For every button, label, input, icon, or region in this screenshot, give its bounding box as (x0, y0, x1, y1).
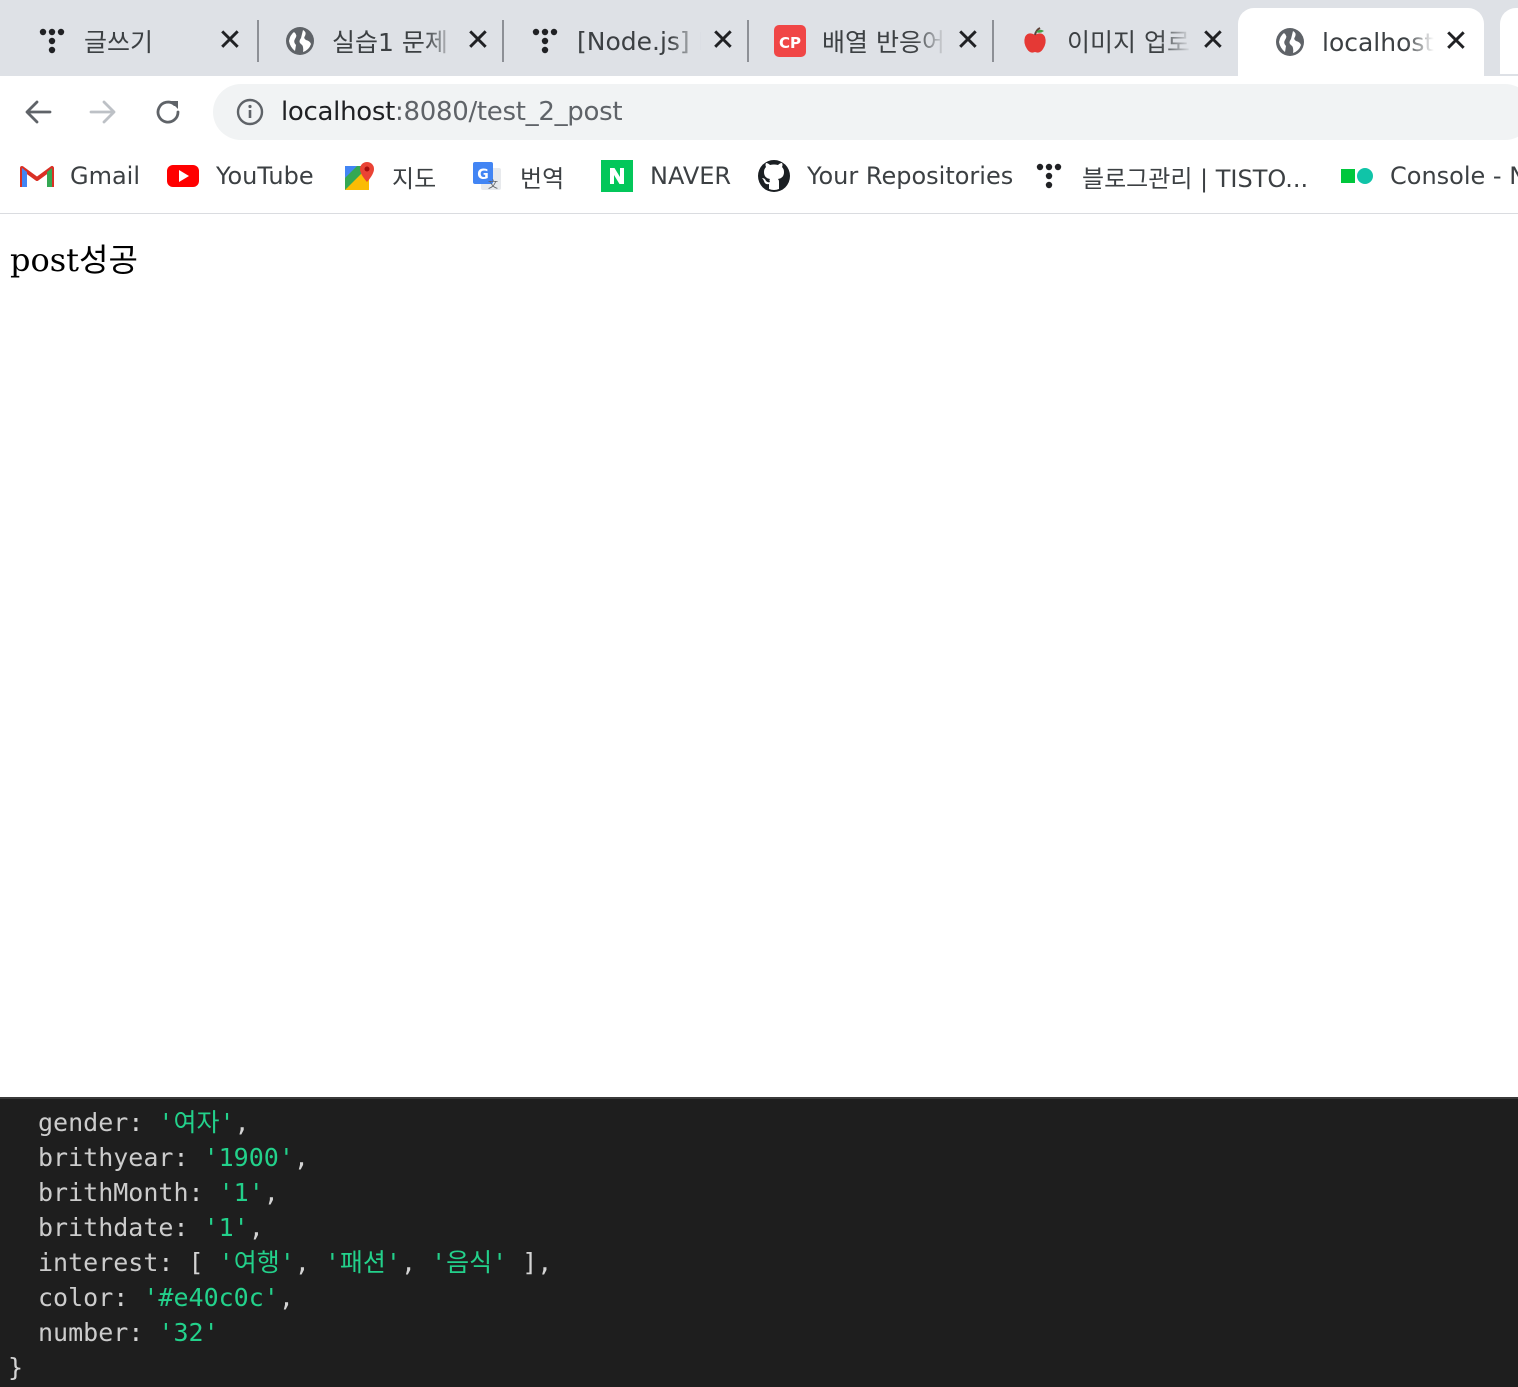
close-icon[interactable]: ✕ (1442, 27, 1470, 57)
tab-image-upload[interactable]: 이미지 업로 ✕ (983, 8, 1241, 74)
gmail-icon (20, 159, 54, 193)
address-bar[interactable]: localhost:8080/test_2_post (213, 84, 1518, 140)
tab-nodejs[interactable]: [Node.js] E ✕ (493, 8, 751, 74)
bookmark-label: 지도 (392, 164, 437, 193)
svg-text:CP: CP (779, 34, 801, 52)
forward-button[interactable] (79, 88, 127, 136)
terminal-line: brithdate: '1', (38, 1213, 264, 1242)
field-value: '1' (218, 1178, 264, 1207)
field-value: '#e40c0c' (143, 1283, 279, 1312)
bookmark-tistory[interactable]: 블로그관리 | TISTO... (1032, 148, 1308, 204)
url-text: localhost:8080/test_2_post (281, 97, 623, 127)
svg-text:文: 文 (488, 178, 498, 191)
bookmark-translate[interactable]: G文 번역 (470, 148, 564, 204)
bookmark-youtube[interactable]: YouTube (166, 148, 314, 204)
reload-button[interactable] (144, 88, 192, 136)
bookmarks-bar: Gmail YouTube 지도 G文 번역 NAVER Your Reposi… (0, 148, 1518, 214)
terminal-line: gender: '여자', (38, 1108, 250, 1137)
bookmark-maps[interactable]: 지도 (342, 148, 436, 204)
terminal-line: number: '32' (38, 1318, 219, 1347)
arrow-right-icon (89, 100, 116, 124)
url-host: localhost (281, 97, 396, 127)
browser-toolbar: localhost:8080/test_2_post (0, 76, 1518, 148)
tab-array[interactable]: CP 배열 반응어 ✕ (738, 8, 996, 74)
tab-practice[interactable]: 실습1 문제 ✕ (248, 8, 506, 74)
console-icon (1340, 159, 1374, 193)
bookmark-label: Your Repositories (807, 162, 1014, 190)
field-key: brithyear (38, 1143, 174, 1172)
globe-icon (1274, 26, 1306, 58)
field-value: '1900' (203, 1143, 294, 1172)
tab-write[interactable]: 글쓰기 ✕ (0, 8, 258, 74)
bookmark-github[interactable]: Your Repositories (757, 148, 1013, 204)
bookmark-gmail[interactable]: Gmail (20, 148, 140, 204)
field-value: '여행' (218, 1248, 295, 1277)
info-icon[interactable] (235, 97, 265, 127)
tab-title: 이미지 업로 (1067, 28, 1190, 57)
field-key: color (38, 1283, 114, 1312)
field-key: brithdate (38, 1213, 174, 1242)
page-content: post성공 (0, 215, 1518, 1095)
naver-icon (600, 159, 634, 193)
tab-title: 글쓰기 (84, 28, 154, 57)
translate-icon: G文 (470, 159, 504, 193)
bookmark-label: 번역 (520, 164, 565, 193)
post-success-message: post성공 (10, 241, 138, 279)
bookmark-label: NAVER (650, 162, 732, 190)
field-key: interest (38, 1248, 159, 1277)
bookmark-label: YouTube (216, 162, 314, 190)
close-icon[interactable]: ✕ (954, 26, 982, 56)
github-icon (757, 159, 791, 193)
arrow-left-icon (25, 100, 52, 124)
tistory-icon (36, 25, 68, 57)
tab-strip: 글쓰기 ✕ 실습1 문제 ✕ [Node.js] E ✕ CP 배열 반응어 ✕… (0, 0, 1518, 76)
field-value: '여자' (158, 1108, 235, 1137)
terminal-output: gender: '여자', brithyear: '1900', brithMo… (0, 1097, 1518, 1387)
close-icon[interactable]: ✕ (464, 26, 492, 56)
tab-title: localhost:8 (1322, 27, 1434, 57)
tab-title: 실습1 문제 (332, 28, 448, 57)
close-icon[interactable]: ✕ (1199, 26, 1227, 56)
closing-brace: } (8, 1353, 24, 1382)
bookmark-label: 블로그관리 | TISTO... (1082, 164, 1309, 193)
terminal-line: interest: [ '여행', '패션', '음식' ], (38, 1248, 553, 1277)
tistory-icon (1032, 159, 1066, 193)
close-icon[interactable]: ✕ (216, 26, 244, 56)
tab-title: [Node.js] E (577, 26, 701, 56)
maps-icon (342, 159, 376, 193)
field-value: '음식' (431, 1248, 508, 1277)
tab-overflow[interactable] (1500, 8, 1518, 74)
close-icon[interactable]: ✕ (709, 26, 737, 56)
terminal-line: brithMonth: '1', (38, 1178, 279, 1207)
field-key: number (38, 1318, 129, 1347)
terminal-line: brithyear: '1900', (38, 1143, 309, 1172)
terminal-line: color: '#e40c0c', (38, 1283, 294, 1312)
youtube-icon (166, 159, 200, 193)
tab-localhost[interactable]: localhost:8 ✕ (1238, 8, 1484, 76)
bookmark-console[interactable]: Console - N (1340, 148, 1518, 204)
field-value: '1' (203, 1213, 249, 1242)
field-value: '패션' (324, 1248, 401, 1277)
codepen-cp-icon: CP (774, 25, 806, 57)
apple-icon (1019, 25, 1051, 57)
field-value: '32' (158, 1318, 219, 1347)
field-key: brithMonth (38, 1178, 189, 1207)
bookmark-naver[interactable]: NAVER (600, 148, 731, 204)
bookmark-label: Gmail (70, 162, 141, 190)
tab-title: 배열 반응어 (822, 28, 945, 57)
globe-icon (284, 25, 316, 57)
tistory-icon (529, 25, 561, 57)
back-button[interactable] (14, 88, 62, 136)
field-key: gender (38, 1108, 129, 1137)
reload-icon (156, 100, 180, 124)
bookmark-label: Console - N (1390, 162, 1518, 190)
url-path: :8080/test_2_post (395, 97, 623, 127)
